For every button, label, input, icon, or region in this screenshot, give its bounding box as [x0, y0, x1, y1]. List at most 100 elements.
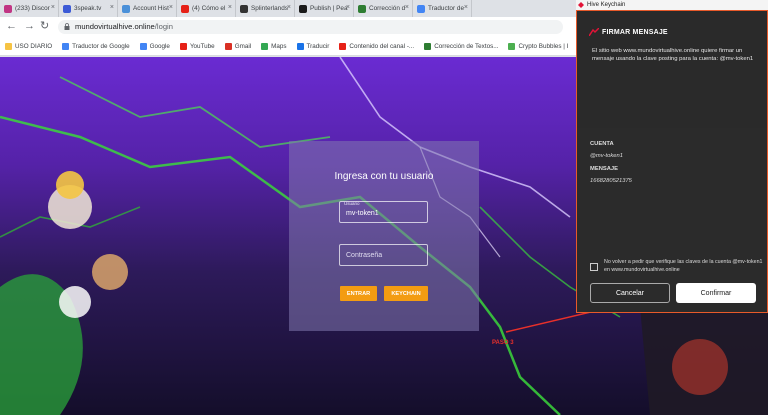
browser-tab[interactable]: 3speak.tv × [59, 0, 118, 17]
bookmark-item[interactable]: Traducir [296, 42, 330, 50]
keychain-header: FIRMAR MENSAJE El sitio web www.mundovir… [576, 10, 768, 128]
close-tab-icon[interactable]: × [405, 4, 409, 11]
peakd-icon [299, 4, 307, 13]
google-icon [139, 42, 147, 50]
confirm-button[interactable]: Confirmar [676, 283, 756, 303]
tab-label: Traductor de [428, 5, 464, 12]
message-value: 1668280521375 [590, 178, 632, 184]
translate-icon [417, 4, 425, 13]
keychain-titlebar: Hive Keychain [576, 0, 768, 10]
url-host: mundovirtualhive.online [75, 22, 155, 31]
back-icon[interactable]: ← [6, 21, 17, 32]
maps-icon [261, 42, 269, 50]
login-card: Ingresa con tu usuario Usuario mv-token1… [289, 141, 479, 331]
bookmarks-bar: USO DIARIO Traductor de Google Google YouTu… [0, 37, 576, 56]
browser-tab[interactable]: Splinterlands × [236, 0, 295, 17]
browser-tab[interactable]: Account Hist × [118, 0, 177, 17]
message-label: MENSAJE [590, 166, 619, 172]
youtube-icon [339, 42, 347, 50]
youtube-icon [181, 4, 189, 13]
forward-icon[interactable]: → [24, 21, 35, 32]
close-tab-icon[interactable]: × [287, 4, 291, 11]
keychain-description: El sitio web www.mundovirtualhive.online… [592, 48, 754, 63]
translate-icon [296, 42, 304, 50]
check-icon [424, 42, 432, 50]
tab-label: (233) Discor [15, 5, 50, 12]
enter-button[interactable]: ENTRAR [340, 286, 377, 301]
cancel-button[interactable]: Cancelar [590, 283, 670, 303]
bookmark-item[interactable]: Maps [261, 42, 287, 50]
close-tab-icon[interactable]: × [169, 4, 173, 11]
lock-icon [64, 23, 70, 30]
youtube-icon [179, 42, 187, 50]
splinterlands-icon [240, 4, 248, 13]
close-tab-icon[interactable]: × [346, 4, 350, 11]
close-tab-icon[interactable]: × [464, 4, 468, 11]
keychain-body: CUENTA @mv-token1 MENSAJE 1668280521375 … [576, 128, 768, 313]
bookmark-item[interactable]: Gmail [224, 42, 252, 50]
bookmark-item[interactable]: Traductor de Google [62, 42, 130, 50]
bookmark-item[interactable]: Crypto Bubbles | I [508, 42, 569, 50]
translate-icon [62, 42, 70, 50]
login-title: Ingresa con tu usuario [334, 171, 434, 182]
account-label: CUENTA [590, 141, 614, 147]
bookmark-label: Traducir [306, 42, 330, 50]
password-field[interactable]: Contraseña [339, 244, 428, 266]
url-path: /login [154, 22, 173, 31]
bookmark-label: Traductor de Google [72, 42, 130, 50]
browser-tab[interactable]: Publish | Pea × [295, 0, 354, 17]
sign-message-icon [589, 28, 599, 36]
check-icon [358, 4, 366, 13]
username-value: mv-token1 [346, 210, 379, 217]
keychain-popup: Hive Keychain FIRMAR MENSAJE El sitio we… [576, 0, 768, 313]
bookmark-item[interactable]: Google [139, 42, 170, 50]
3speak-icon [63, 4, 71, 13]
document-icon [122, 4, 130, 13]
username-label: Usuario [344, 201, 360, 206]
folder-icon [5, 42, 12, 50]
tab-label: (4) Cómo el [192, 5, 226, 12]
close-tab-icon[interactable]: × [228, 4, 232, 11]
account-value: @mv-token1 [590, 153, 623, 159]
address-row: ← → ↻ mundovirtualhive.online/login [0, 17, 576, 37]
bookmark-item[interactable]: YouTube [179, 42, 215, 50]
bookmark-item[interactable]: Contenido del canal -... [339, 42, 415, 50]
bookmark-label: Gmail [234, 42, 252, 50]
browser-tab[interactable]: Corrección d × [354, 0, 413, 17]
bookmark-item[interactable]: Corrección de Textos... [424, 42, 499, 50]
browser-tab[interactable]: (233) Discor × [0, 0, 59, 17]
tab-label: 3speak.tv [74, 5, 102, 12]
bookmark-label: Corrección de Textos... [434, 42, 499, 50]
tab-strip: (233) Discor × 3speak.tv × Account Hist × (4) … [0, 0, 576, 17]
bookmark-label: Google [149, 42, 170, 50]
bookmark-item[interactable]: USO DIARIO [5, 42, 53, 50]
browser-tab[interactable]: (4) Cómo el × [177, 0, 236, 17]
close-tab-icon[interactable]: × [110, 4, 114, 11]
bookmark-label: Crypto Bubbles | I [518, 42, 569, 50]
instagram-icon [4, 4, 12, 13]
tab-label: Publish | Pea [310, 5, 348, 12]
remember-checkbox-label: No volver a pedir que verifique las clav… [604, 259, 763, 273]
reload-icon[interactable]: ↻ [40, 21, 49, 32]
close-tab-icon[interactable]: × [51, 4, 55, 11]
url-text: mundovirtualhive.online/login [75, 22, 173, 31]
remember-checkbox[interactable] [590, 263, 598, 271]
password-placeholder: Contraseña [346, 252, 383, 259]
bookmark-label: Contenido del canal -... [349, 42, 415, 50]
bookmark-label: Maps [271, 42, 287, 50]
username-field[interactable]: Usuario mv-token1 [339, 201, 428, 223]
keychain-heading: FIRMAR MENSAJE [602, 29, 668, 36]
bookmark-label: YouTube [189, 42, 215, 50]
keychain-window-title: Hive Keychain [587, 2, 626, 8]
address-bar[interactable]: mundovirtualhive.online/login [58, 20, 563, 34]
browser-tab[interactable]: Traductor de × [413, 0, 472, 17]
gmail-icon [224, 42, 232, 50]
tab-label: Splinterlands [251, 5, 288, 12]
keychain-logo-icon [578, 2, 584, 8]
bubbles-icon [508, 42, 516, 50]
tab-label: Account Hist [133, 5, 169, 12]
step-annotation: PASO 3 [492, 340, 514, 346]
bookmark-label: USO DIARIO [15, 42, 53, 50]
tab-label: Corrección d [369, 5, 406, 12]
keychain-button[interactable]: KEYCHAIN [384, 286, 428, 301]
